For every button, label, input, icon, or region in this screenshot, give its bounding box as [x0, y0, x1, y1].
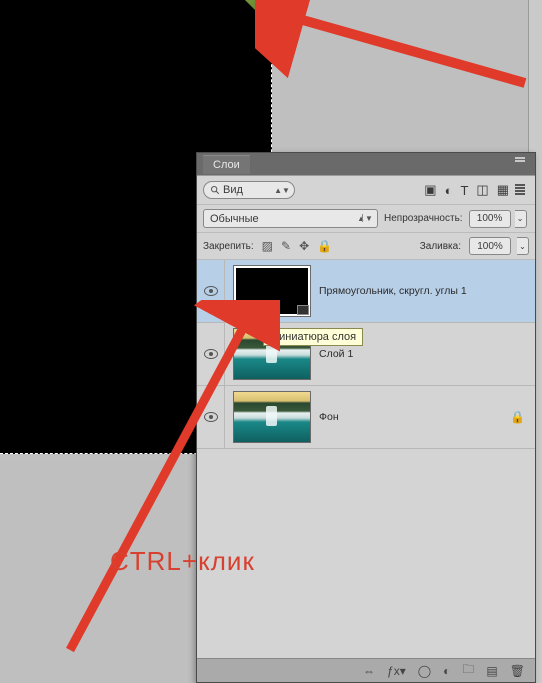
lock-transparency-icon[interactable]: ▨	[262, 239, 273, 253]
filter-adjust-icon[interactable]: ◐	[445, 183, 453, 198]
fill-dropdown-icon[interactable]: ⌄	[517, 237, 529, 255]
filter-row: Вид ▲▼ ▣ ◐ T ◫ ▦	[197, 176, 535, 204]
filter-image-icon[interactable]: ▣	[424, 182, 436, 198]
annotation-arrow-top	[255, 0, 535, 95]
fill-label: Заливка:	[420, 241, 461, 252]
annotation-text: CTRL+клик	[110, 546, 255, 577]
new-layer-icon[interactable]: ▤	[486, 664, 497, 678]
filter-type-icon[interactable]: T	[460, 183, 468, 198]
visibility-toggle[interactable]	[197, 323, 225, 385]
trash-icon[interactable]: 🗑	[510, 664, 525, 678]
group-icon[interactable]: 🗀	[462, 660, 474, 681]
visibility-toggle[interactable]	[197, 386, 225, 448]
lock-all-icon[interactable]: 🔒	[317, 239, 332, 253]
blend-mode-value: Обычные	[210, 213, 259, 225]
opacity-label: Непрозрачность:	[384, 213, 463, 224]
blend-mode-select[interactable]: Обычные ▲▼	[203, 209, 378, 228]
layer-row[interactable]: Слой 1	[197, 323, 535, 386]
fx-icon[interactable]: ƒx▾	[387, 664, 406, 678]
panel-menu-icon[interactable]	[515, 183, 531, 197]
layers-panel: Слои Вид ▲▼ ▣ ◐ T ◫ ▦ Обычные ▲▼ Непр	[196, 152, 536, 683]
adjustment-icon[interactable]: ◐	[443, 664, 450, 678]
thumb-shape-badge-icon	[297, 305, 309, 315]
filter-shape-icon[interactable]: ◫	[476, 182, 488, 198]
filter-label: Вид	[223, 184, 243, 196]
tab-layers[interactable]: Слои	[203, 155, 250, 174]
filter-smart-icon[interactable]: ▦	[497, 182, 509, 198]
lock-label: Закрепить:	[203, 241, 254, 252]
layer-list: Прямоугольник, скругл. углы 1 Слой 1 Фон…	[197, 260, 535, 658]
lock-move-icon[interactable]: ✥	[299, 239, 309, 253]
search-icon	[210, 185, 220, 195]
eye-icon	[204, 349, 218, 359]
panel-bottom-bar: ⇔ ƒx▾ ◯ ◐ 🗀 ▤ 🗑	[197, 658, 535, 682]
mask-icon[interactable]: ◯	[418, 664, 431, 678]
visibility-toggle[interactable]	[197, 260, 225, 322]
layer-name[interactable]: Слой 1	[319, 348, 535, 360]
opacity-dropdown-icon[interactable]: ⌄	[515, 210, 527, 228]
link-layers-icon[interactable]: ⇔	[363, 664, 375, 678]
fill-value[interactable]: 100%	[469, 237, 511, 255]
layer-row[interactable]: Фон 🔒	[197, 386, 535, 449]
lock-row: Закрепить: ▨ ✎ ✥ 🔒 Заливка: 100% ⌄	[197, 232, 535, 260]
layer-thumbnail[interactable]	[233, 265, 311, 317]
eye-icon	[204, 286, 218, 296]
panel-tab-bar: Слои	[197, 153, 535, 175]
opacity-value[interactable]: 100%	[469, 210, 511, 228]
layer-name[interactable]: Прямоугольник, скругл. углы 1	[319, 285, 535, 297]
layer-name[interactable]: Фон	[319, 411, 510, 423]
layer-thumbnail[interactable]	[233, 391, 311, 443]
canvas-corner-peek	[243, 0, 273, 28]
layer-row[interactable]: Прямоугольник, скругл. углы 1	[197, 260, 535, 323]
layer-filter-select[interactable]: Вид ▲▼	[203, 181, 295, 199]
lock-brush-icon[interactable]: ✎	[281, 239, 291, 253]
panel-collapse-icon[interactable]	[515, 156, 531, 170]
filter-icon-strip: ▣ ◐ T ◫ ▦	[424, 182, 529, 198]
tooltip: Миниатюра слоя	[263, 328, 363, 346]
blend-row: Обычные ▲▼ Непрозрачность: 100% ⌄	[197, 204, 535, 232]
eye-icon	[204, 412, 218, 422]
lock-indicator-icon: 🔒	[510, 410, 525, 424]
